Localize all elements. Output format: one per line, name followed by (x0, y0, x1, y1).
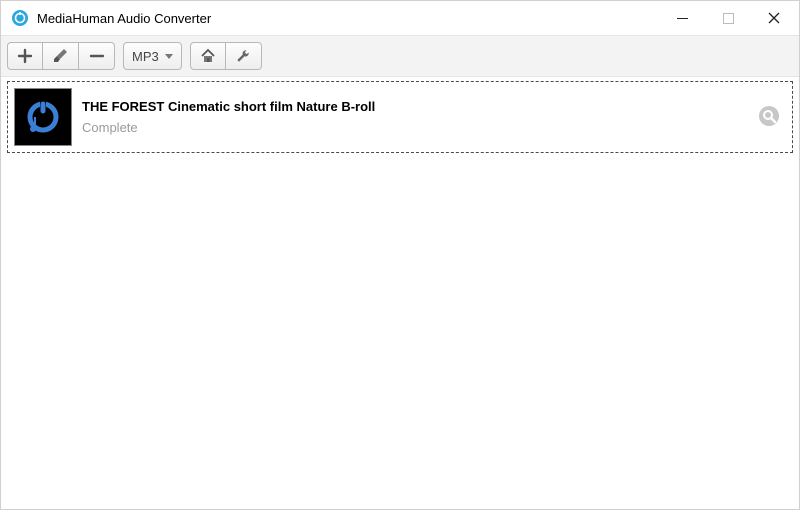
app-icon (11, 9, 29, 27)
list-item[interactable]: THE FOREST Cinematic short film Nature B… (7, 81, 793, 153)
window-controls (659, 3, 797, 33)
home-icon (200, 48, 216, 64)
brush-icon (53, 48, 69, 64)
clear-button[interactable] (43, 42, 79, 70)
minus-icon (89, 48, 105, 64)
toolbar: MP3 (1, 35, 799, 77)
search-icon (758, 105, 780, 130)
plus-icon (17, 48, 33, 64)
minimize-button[interactable] (659, 3, 705, 33)
close-button[interactable] (751, 3, 797, 33)
home-button[interactable] (190, 42, 226, 70)
chevron-down-icon (165, 54, 173, 59)
format-label: MP3 (132, 49, 159, 64)
item-thumbnail (14, 88, 72, 146)
remove-button[interactable] (79, 42, 115, 70)
action-button-group (190, 42, 262, 70)
item-body: THE FOREST Cinematic short film Nature B… (82, 99, 746, 135)
format-dropdown[interactable]: MP3 (123, 42, 182, 70)
item-title: THE FOREST Cinematic short film Nature B… (82, 99, 746, 114)
settings-button[interactable] (226, 42, 262, 70)
locate-button[interactable] (756, 104, 782, 130)
file-button-group (7, 42, 115, 70)
wrench-icon (235, 48, 251, 64)
item-status: Complete (82, 120, 746, 135)
add-button[interactable] (7, 42, 43, 70)
maximize-button[interactable] (705, 3, 751, 33)
app-window: MediaHuman Audio Converter (0, 0, 800, 510)
window-title: MediaHuman Audio Converter (37, 11, 659, 26)
titlebar: MediaHuman Audio Converter (1, 1, 799, 35)
file-list: THE FOREST Cinematic short film Nature B… (1, 77, 799, 509)
